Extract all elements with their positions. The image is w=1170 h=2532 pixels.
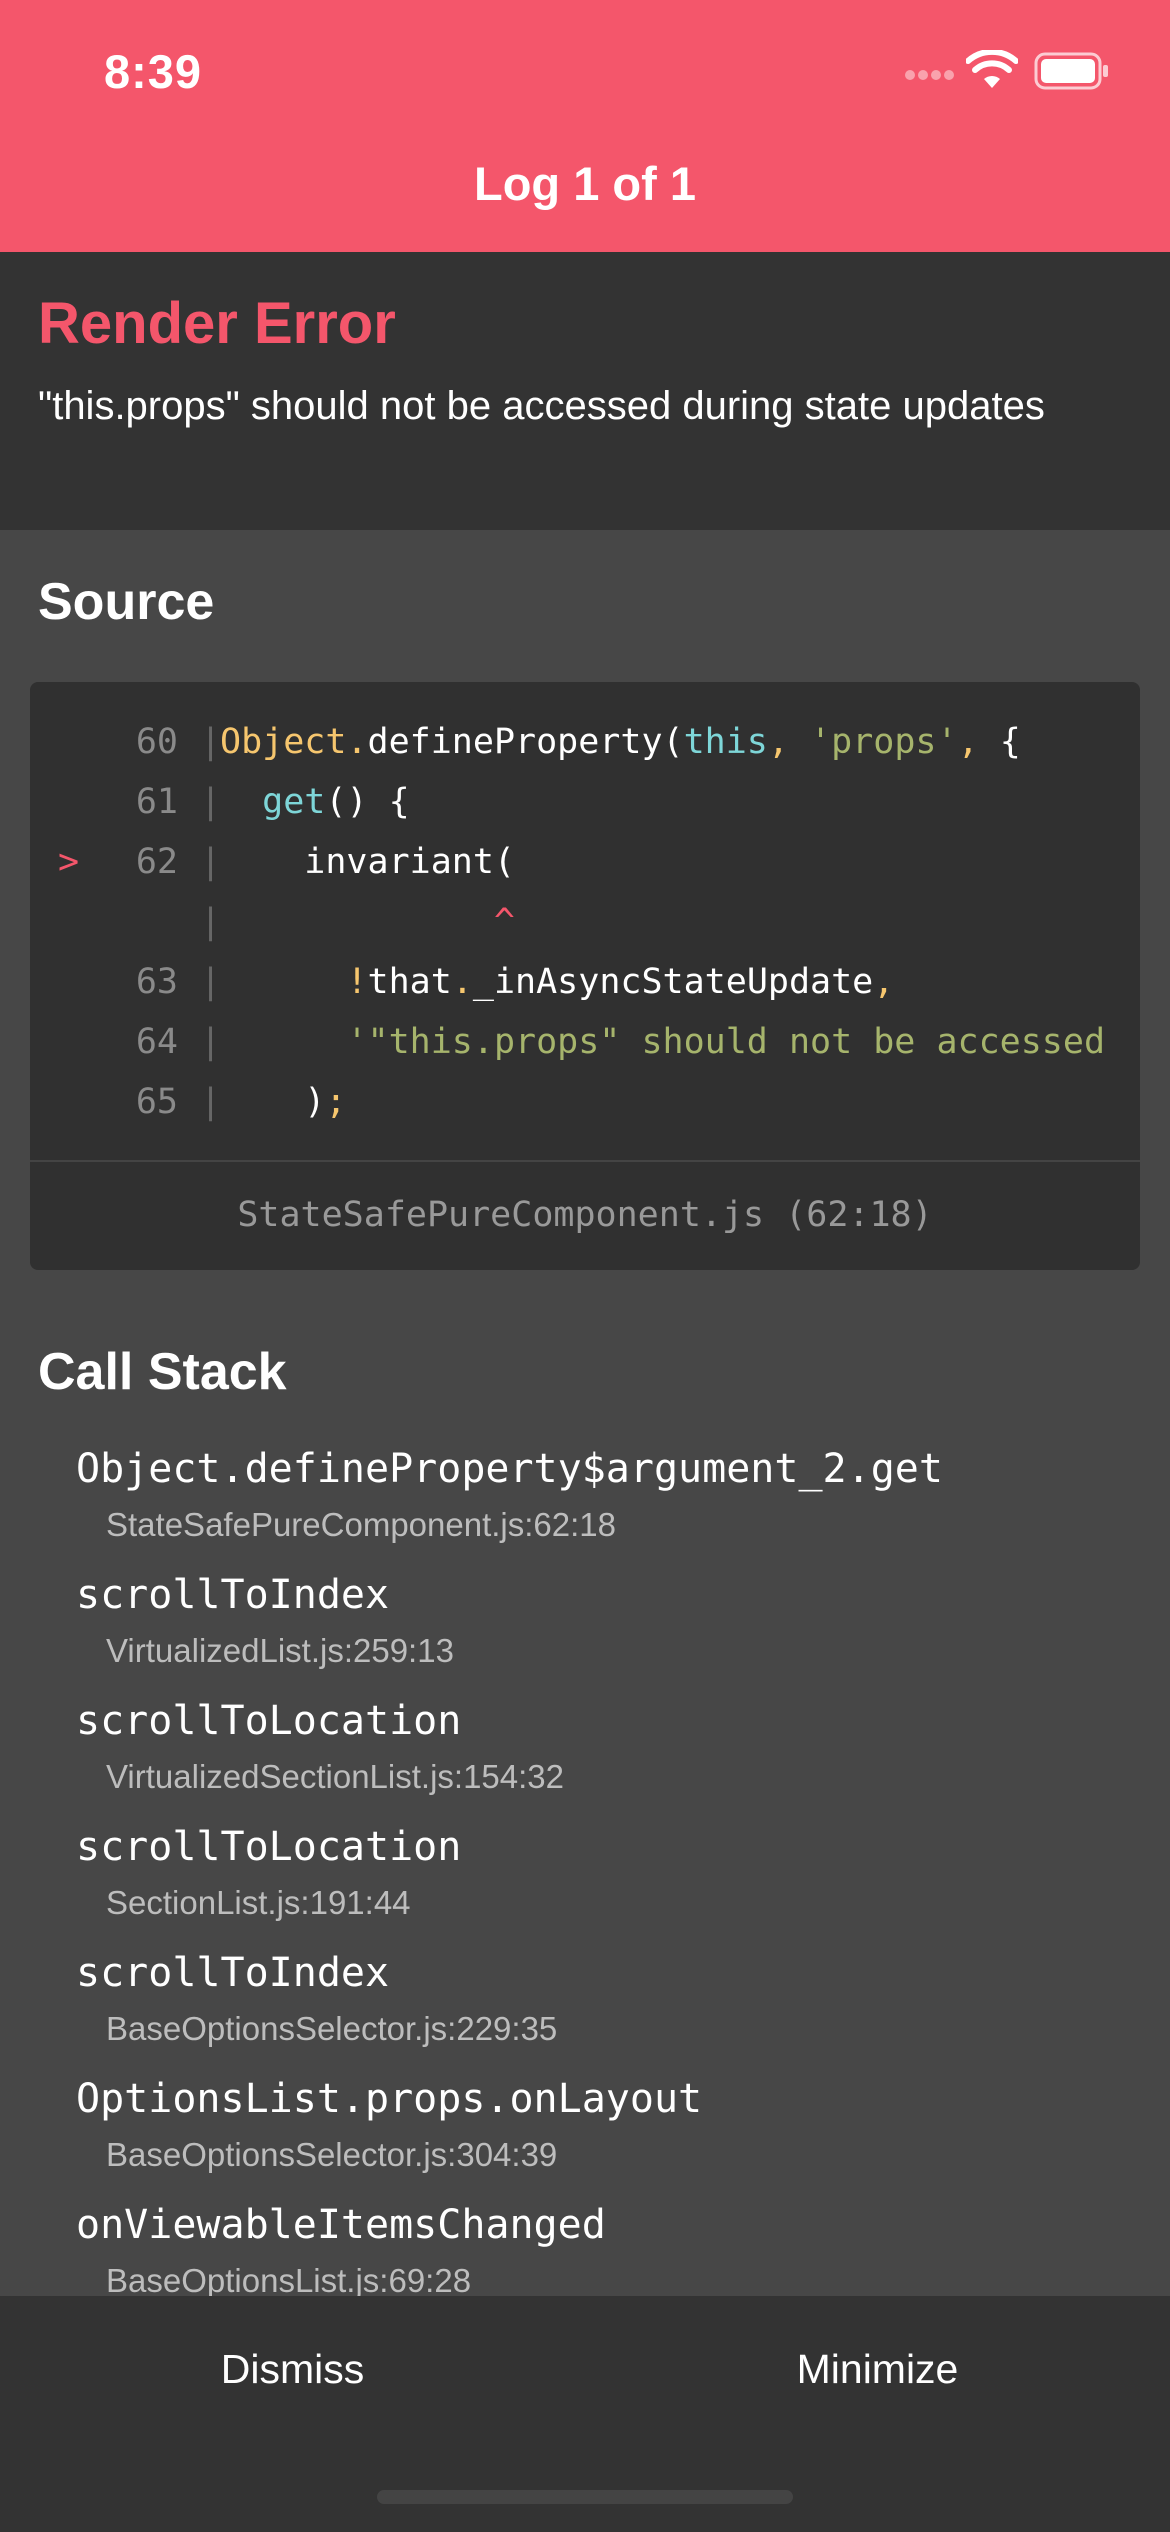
stack-frame[interactable]: OptionsList.props.onLayout BaseOptionsSel… [0,2076,1170,2202]
code-token: get [262,782,326,822]
gutter-divider: | [200,902,222,942]
battery-icon [1034,52,1108,90]
status-icons [905,50,1116,100]
source-location[interactable]: StateSafePureComponent.js (62:18) [30,1160,1140,1270]
code-token: . [346,722,368,762]
code-text: get() { [220,772,410,832]
code-token: ; [325,1082,347,1122]
code-token: this [683,722,768,762]
stack-frame[interactable]: scrollToLocation SectionList.js:191:44 [0,1824,1170,1950]
source-code-frame[interactable]: 60 | Object.defineProperty(this, 'props', … [30,682,1140,1270]
stack-frame-file: VirtualizedList.js:259:13 [106,1632,454,1669]
code-token: () { [325,782,410,822]
line-number: 61 [135,782,178,822]
code-token: _inAsyncStateUpdate [472,962,874,1002]
error-line-marker: > [58,842,80,882]
call-stack-heading: Call Stack [38,1343,287,1401]
code-token: Object [220,722,347,762]
error-block: Render Error "this.props" should not be … [0,252,1170,530]
code-token: , [873,962,895,1002]
code-line: 61 | get() { [30,772,1140,832]
stack-frame[interactable]: scrollToIndex VirtualizedList.js:259:13 [0,1572,1170,1698]
stack-frame-file: BaseOptionsSelector.js:229:35 [106,2010,558,2047]
code-text: !that._inAsyncStateUpdate, [220,952,894,1012]
code-token: invariant( [220,842,516,882]
code-token: '"this.props" should not be accessed [346,1022,1106,1062]
code-text: ); [220,1072,346,1132]
code-token: ) [220,1082,326,1122]
stack-frame-function: Object.defineProperty$argument_2.get [76,1446,943,1492]
stack-frame-file: BaseOptionsSelector.js:304:39 [106,2136,558,2173]
signal-dots-icon [905,70,954,80]
stack-frame-file: VirtualizedSectionList.js:154:32 [106,1758,565,1795]
code-token: , [767,722,811,762]
code-line: 64 | '"this.props" should not be accessed [30,1012,1140,1072]
stack-frame-function: scrollToLocation [76,1698,462,1744]
stack-frame-file: SectionList.js:191:44 [106,1884,411,1921]
error-title: Render Error [38,291,396,356]
code-line: | ^ [30,892,1140,952]
gutter-divider: | [200,1022,222,1062]
code-lines: 60 | Object.defineProperty(this, 'props', … [30,712,1140,1132]
stack-frame[interactable]: scrollToIndex BaseOptionsSelector.js:229:… [0,1950,1170,2076]
stack-frame-function: scrollToIndex [76,1950,390,1996]
stack-frame-function: OptionsList.props.onLayout [76,2076,703,2122]
code-token: . [451,962,473,1002]
home-indicator [377,2490,793,2504]
line-number: 60 [135,722,178,762]
line-number: 63 [135,962,178,1002]
code-token: ^ [220,902,516,942]
wifi-icon [966,50,1018,88]
gutter-divider: | [200,962,222,1002]
stack-frame-function: scrollToLocation [76,1824,462,1870]
code-token: , [957,722,1000,762]
code-token: 'props' [810,722,958,762]
code-text: ^ [220,892,515,952]
code-line: 63 | !that._inAsyncStateUpdate, [30,952,1140,1012]
stack-frame-function: onViewableItemsChanged [76,2202,606,2248]
status-time: 8:39 [104,45,203,98]
stack-frame[interactable]: scrollToLocation VirtualizedSectionList.j… [0,1698,1170,1824]
code-text: Object.defineProperty(this, 'props', { [220,712,1021,772]
stack-frame[interactable]: Object.defineProperty$argument_2.get Stat… [0,1446,1170,1572]
gutter-divider: | [200,1082,222,1122]
stack-frame-file: BaseOptionsList.js:69:28 [106,2262,472,2299]
source-heading: Source [38,573,215,631]
line-number: 62 [135,842,178,882]
log-title: Log 1 of 1 [474,157,696,210]
code-token: ! [346,962,368,1002]
gutter-divider: | [200,842,222,882]
code-line: >62 | invariant( [30,832,1140,892]
log-header: 8:39 Log 1 of 1 [0,0,1170,252]
stack-frame-function: scrollToIndex [76,1572,390,1618]
code-text: '"this.props" should not be accessed [220,1012,1105,1072]
code-line: 65 | ); [30,1072,1140,1132]
stack-frame-file: StateSafePureComponent.js:62:18 [106,1506,617,1543]
gutter-divider: | [200,722,222,762]
code-text: invariant( [220,832,515,892]
error-message: "this.props" should not be accessed duri… [38,384,1045,428]
code-token: defineProperty( [367,722,684,762]
call-stack-list: Object.defineProperty$argument_2.get Stat… [0,1446,1170,2328]
code-token: { [999,722,1021,762]
line-number: 64 [135,1022,178,1062]
dismiss-button[interactable]: Dismiss [0,2296,585,2442]
line-number: 65 [135,1082,178,1122]
code-line: 60 | Object.defineProperty(this, 'props', … [30,712,1140,772]
code-token: that [367,962,452,1002]
gutter-divider: | [200,782,222,822]
minimize-button[interactable]: Minimize [585,2296,1170,2442]
